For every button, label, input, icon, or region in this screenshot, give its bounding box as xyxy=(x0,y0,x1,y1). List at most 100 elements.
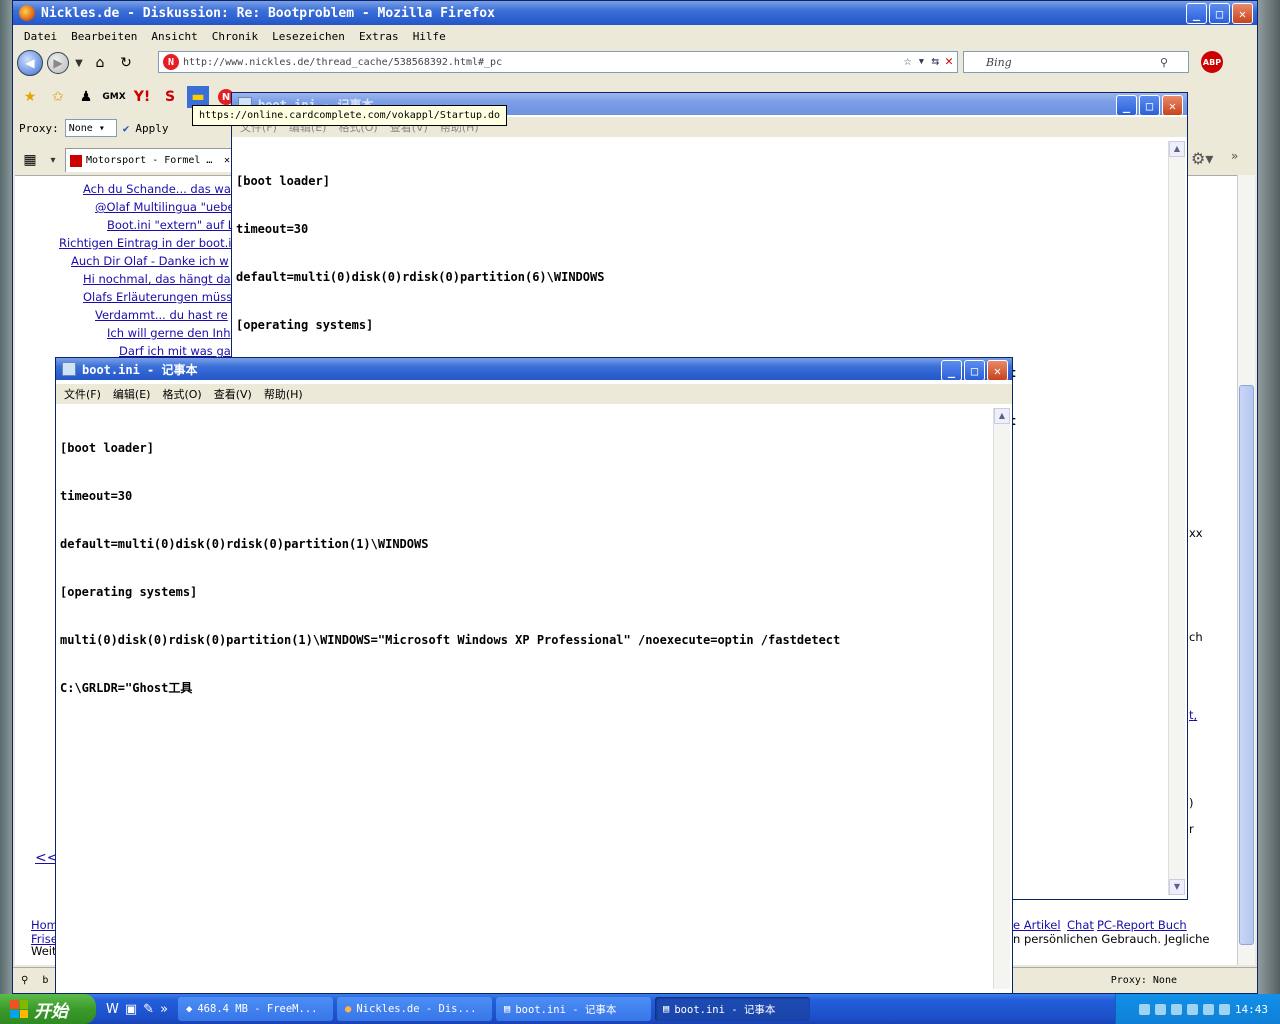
thread-link[interactable]: Auch Dir Olaf - Danke ich w xyxy=(71,254,229,268)
tab-motorsport[interactable]: Motorsport - Formel … ✕ xyxy=(65,148,235,172)
search-engine-label: Bing xyxy=(986,55,1012,69)
notepad-front-title: boot.ini - 记事本 xyxy=(82,362,198,377)
notepad-front-minimize-button[interactable]: _ xyxy=(941,360,962,380)
status-search-icon[interactable]: ⚲ xyxy=(21,975,28,986)
start-label: 开始 xyxy=(34,1001,68,1022)
task-notepad-2[interactable]: ▤ boot.ini - 记事本 xyxy=(655,997,811,1021)
stop-icon[interactable]: ✕ xyxy=(945,54,953,69)
notepad-front-maximize-button[interactable]: □ xyxy=(964,360,985,380)
footer-link-pcreport[interactable]: PC-Report Buch xyxy=(1097,918,1187,932)
notepad-back-minimize-button[interactable]: _ xyxy=(1116,95,1137,115)
url-bar[interactable]: N http://www.nickles.de/thread_cache/538… xyxy=(158,51,958,73)
thread-link[interactable]: Boot.ini "extern" auf L xyxy=(107,218,234,232)
minimize-button[interactable]: _ xyxy=(1186,3,1207,24)
menu-lesezeichen[interactable]: Lesezeichen xyxy=(265,30,352,43)
notepad-back-maximize-button[interactable]: □ xyxy=(1139,95,1160,115)
favorites-icon[interactable]: ✩ xyxy=(47,86,69,108)
notepad-front-text[interactable]: [boot loader] timeout=30 default=multi(0… xyxy=(60,408,990,989)
history-dropdown-icon[interactable]: ▼ xyxy=(73,58,85,69)
camera-icon[interactable]: ▣ xyxy=(125,1002,137,1017)
close-button[interactable]: ✕ xyxy=(1232,3,1253,24)
thread-link[interactable]: Darf ich mit was ga xyxy=(119,344,231,358)
task-freemem[interactable]: ◆ 468.4 MB - FreeM... xyxy=(178,997,334,1021)
thread-link[interactable]: Ach du Schande... das wa xyxy=(83,182,231,196)
sparkasse-icon[interactable]: S xyxy=(159,86,181,108)
yahoo-icon[interactable]: Y! xyxy=(131,86,153,108)
thread-link[interactable]: @Olaf Multilingua "uebe xyxy=(95,200,235,214)
scroll-up-arrow[interactable]: ▲ xyxy=(1169,141,1185,157)
menu-hilfe[interactable]: Hilfe xyxy=(406,30,453,43)
scroll-down-arrow[interactable]: ▼ xyxy=(1169,879,1185,895)
menu-file[interactable]: 文件(F) xyxy=(58,386,107,402)
footer-link-chat[interactable]: Chat xyxy=(1067,918,1094,932)
quick-launch-overflow-icon[interactable]: » xyxy=(160,1002,168,1017)
tray-icon[interactable] xyxy=(1202,1003,1214,1015)
side-snippet[interactable]: t, xyxy=(1189,708,1197,722)
menu-bearbeiten[interactable]: Bearbeiten xyxy=(64,30,144,43)
tray-icon[interactable] xyxy=(1154,1003,1166,1015)
reload-icon[interactable]: ↻ xyxy=(115,52,137,74)
thread-link[interactable]: Richtigen Eintrag in der boot.ini xyxy=(59,236,242,250)
sync-icon[interactable]: ⇆ xyxy=(931,54,939,69)
footer-link-artikel[interactable]: e Artikel xyxy=(1013,918,1061,932)
tray-icon[interactable] xyxy=(1138,1003,1150,1015)
footer-link-home[interactable]: Hom xyxy=(31,918,58,932)
text-line: default=multi(0)disk(0)rdisk(0)partition… xyxy=(60,537,429,551)
menu-datei[interactable]: Datei xyxy=(17,30,64,43)
adblock-icon[interactable]: ABP xyxy=(1201,51,1223,73)
tray-icon[interactable] xyxy=(1218,1003,1230,1015)
scroll-up-arrow[interactable]: ▲ xyxy=(994,408,1010,424)
bookmark-star-icon[interactable]: ☆ xyxy=(904,54,912,69)
notepad-front-close-button[interactable]: ✕ xyxy=(987,360,1008,380)
tab-groups-icon[interactable]: ▦ xyxy=(19,149,41,171)
menu-extras[interactable]: Extras xyxy=(352,30,406,43)
tray-icon[interactable] xyxy=(1170,1003,1182,1015)
tray-icon[interactable] xyxy=(1186,1003,1198,1015)
task-notepad-1[interactable]: ▤ boot.ini - 记事本 xyxy=(496,997,652,1021)
tab-close-icon[interactable]: ✕ xyxy=(224,155,230,166)
word-icon[interactable]: W xyxy=(106,1002,119,1017)
menu-chronik[interactable]: Chronik xyxy=(205,30,265,43)
apply-button[interactable]: Apply xyxy=(135,122,168,135)
scrollbar-thumb[interactable] xyxy=(1239,385,1254,945)
home-icon[interactable]: ⌂ xyxy=(89,52,111,74)
thread-link[interactable]: Ich will gerne den Inh xyxy=(107,326,231,340)
tab-overflow-icon[interactable]: » xyxy=(1231,149,1238,163)
firefox-titlebar[interactable]: Nickles.de - Diskussion: Re: Bootproblem… xyxy=(13,1,1257,25)
thread-link[interactable]: Olafs Erläuterungen müss xyxy=(83,290,232,304)
thread-link[interactable]: Hi nochmal, das hängt da xyxy=(83,272,231,286)
menu-help[interactable]: 帮助(H) xyxy=(258,386,309,402)
notepad-back-scrollbar[interactable]: ▲ ▼ xyxy=(1168,141,1185,895)
menu-ansicht[interactable]: Ansicht xyxy=(144,30,204,43)
tool-icon[interactable]: ✎ xyxy=(143,1002,154,1017)
menu-format[interactable]: 格式(O) xyxy=(156,386,207,402)
notepad-back-close-button[interactable]: ✕ xyxy=(1162,95,1183,115)
system-tray: 14:43 xyxy=(1115,994,1280,1024)
settings-gear-icon[interactable]: ⚙▾ xyxy=(1191,149,1213,168)
stamp-icon[interactable]: ♟ xyxy=(75,86,97,108)
side-snippet: xx xyxy=(1189,526,1203,540)
page-scrollbar[interactable] xyxy=(1237,175,1255,965)
start-button[interactable]: 开始 xyxy=(0,994,96,1024)
clock[interactable]: 14:43 xyxy=(1235,1003,1268,1016)
back-button[interactable]: ◀ xyxy=(17,50,43,76)
star-bookmark-icon[interactable]: ★ xyxy=(19,86,41,108)
url-dropdown-icon[interactable]: ▾ xyxy=(918,54,926,69)
status-text: b xyxy=(42,975,49,986)
search-bar[interactable]: Bing ⚲ xyxy=(963,51,1189,73)
firefox-title: Nickles.de - Diskussion: Re: Bootproblem… xyxy=(41,5,495,21)
forward-button[interactable]: ▶ xyxy=(47,52,69,74)
notepad-front-titlebar[interactable]: boot.ini - 记事本 _ □ ✕ xyxy=(56,358,1012,380)
maximize-button[interactable]: □ xyxy=(1209,3,1230,24)
thread-link[interactable]: Verdammt... du hast re xyxy=(95,308,228,322)
menu-view[interactable]: 查看(V) xyxy=(208,386,258,402)
search-icon[interactable]: ⚲ xyxy=(1160,56,1168,69)
gmx-icon[interactable]: GMX xyxy=(102,86,125,108)
notepad-front-scrollbar[interactable]: ▲ xyxy=(993,408,1010,989)
task-firefox[interactable]: ● Nickles.de - Dis... xyxy=(337,997,493,1021)
menu-edit[interactable]: 编辑(E) xyxy=(107,386,157,402)
firefox-icon xyxy=(19,5,35,21)
tab-groups-dropdown-icon[interactable]: ▾ xyxy=(47,155,59,166)
proxy-select[interactable]: None ▾ xyxy=(64,119,117,137)
status-proxy: Proxy: None xyxy=(1110,975,1177,986)
